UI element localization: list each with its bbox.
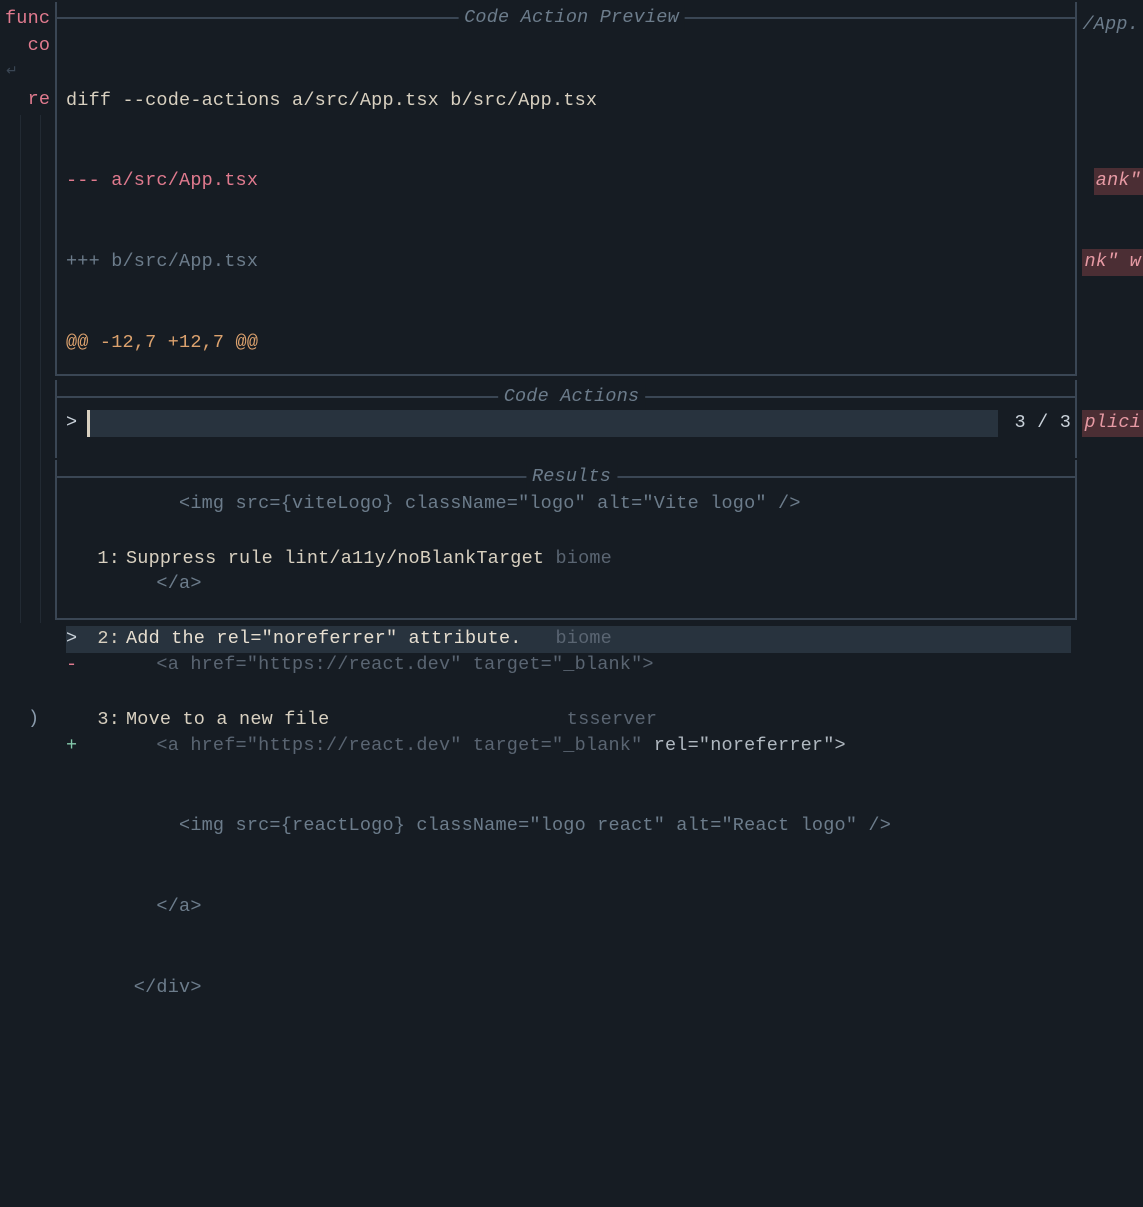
result-label: Suppress rule lint/a11y/noBlankTarget (126, 546, 555, 573)
prompt-icon: > (66, 410, 77, 437)
bg-keyword-func: func (5, 6, 50, 33)
result-label: Move to a new file (126, 707, 567, 734)
result-index: 1: (88, 546, 126, 573)
diff-header-add: +++ b/src/App.tsx (66, 249, 1071, 276)
result-label: Add the rel="noreferrer" attribute. (126, 626, 555, 653)
result-source: biome (555, 546, 612, 573)
result-item-1[interactable]: 1: Suppress rule lint/a11y/noBlankTarget… (66, 546, 1071, 573)
editor-right-edge: /App. ank" nk" w plici (1081, 0, 1143, 134)
diff-cmd-line: diff --code-actions a/src/App.tsx b/src/… (66, 88, 1071, 115)
diff-ctx-4: <img src={reactLogo} className="logo rea… (66, 813, 1071, 840)
result-index: 2: (88, 626, 126, 653)
diagnostic-snippet-1: ank" (1094, 168, 1143, 195)
result-marker (66, 707, 88, 734)
filename-tab[interactable]: /App. (1082, 12, 1139, 39)
diff-ctx-5: </a> (66, 894, 1071, 921)
return-symbol-icon: ↵ (6, 62, 18, 82)
result-source: tsserver (567, 707, 657, 734)
filter-input[interactable] (87, 410, 998, 437)
result-marker: > (66, 626, 88, 653)
bg-keyword-re: re (5, 87, 50, 114)
result-source: biome (555, 626, 612, 653)
result-item-3[interactable]: 3: Move to a new file tsserver (66, 707, 1071, 734)
diff-header-del: --- a/src/App.tsx (66, 168, 1071, 195)
diagnostic-snippet-2: nk" w (1082, 249, 1143, 276)
result-index: 3: (88, 707, 126, 734)
diagnostic-snippet-3: plici (1082, 410, 1143, 437)
result-marker (66, 546, 88, 573)
bg-keyword-co: co (5, 33, 50, 60)
result-count: 3 / 3 (1014, 410, 1071, 437)
filter-input-row: > 3 / 3 (66, 410, 1071, 437)
results-list: 1: Suppress rule lint/a11y/noBlankTarget… (66, 492, 1071, 761)
result-item-2[interactable]: > 2: Add the rel="noreferrer" attribute.… (66, 626, 1071, 653)
editor-gutter-left: func co ↵ re (0, 0, 56, 134)
diff-ctx-6: </div> (66, 975, 1071, 1002)
bg-closing-paren: ) (28, 706, 39, 733)
diff-hunk: @@ -12,7 +12,7 @@ (66, 330, 1071, 357)
